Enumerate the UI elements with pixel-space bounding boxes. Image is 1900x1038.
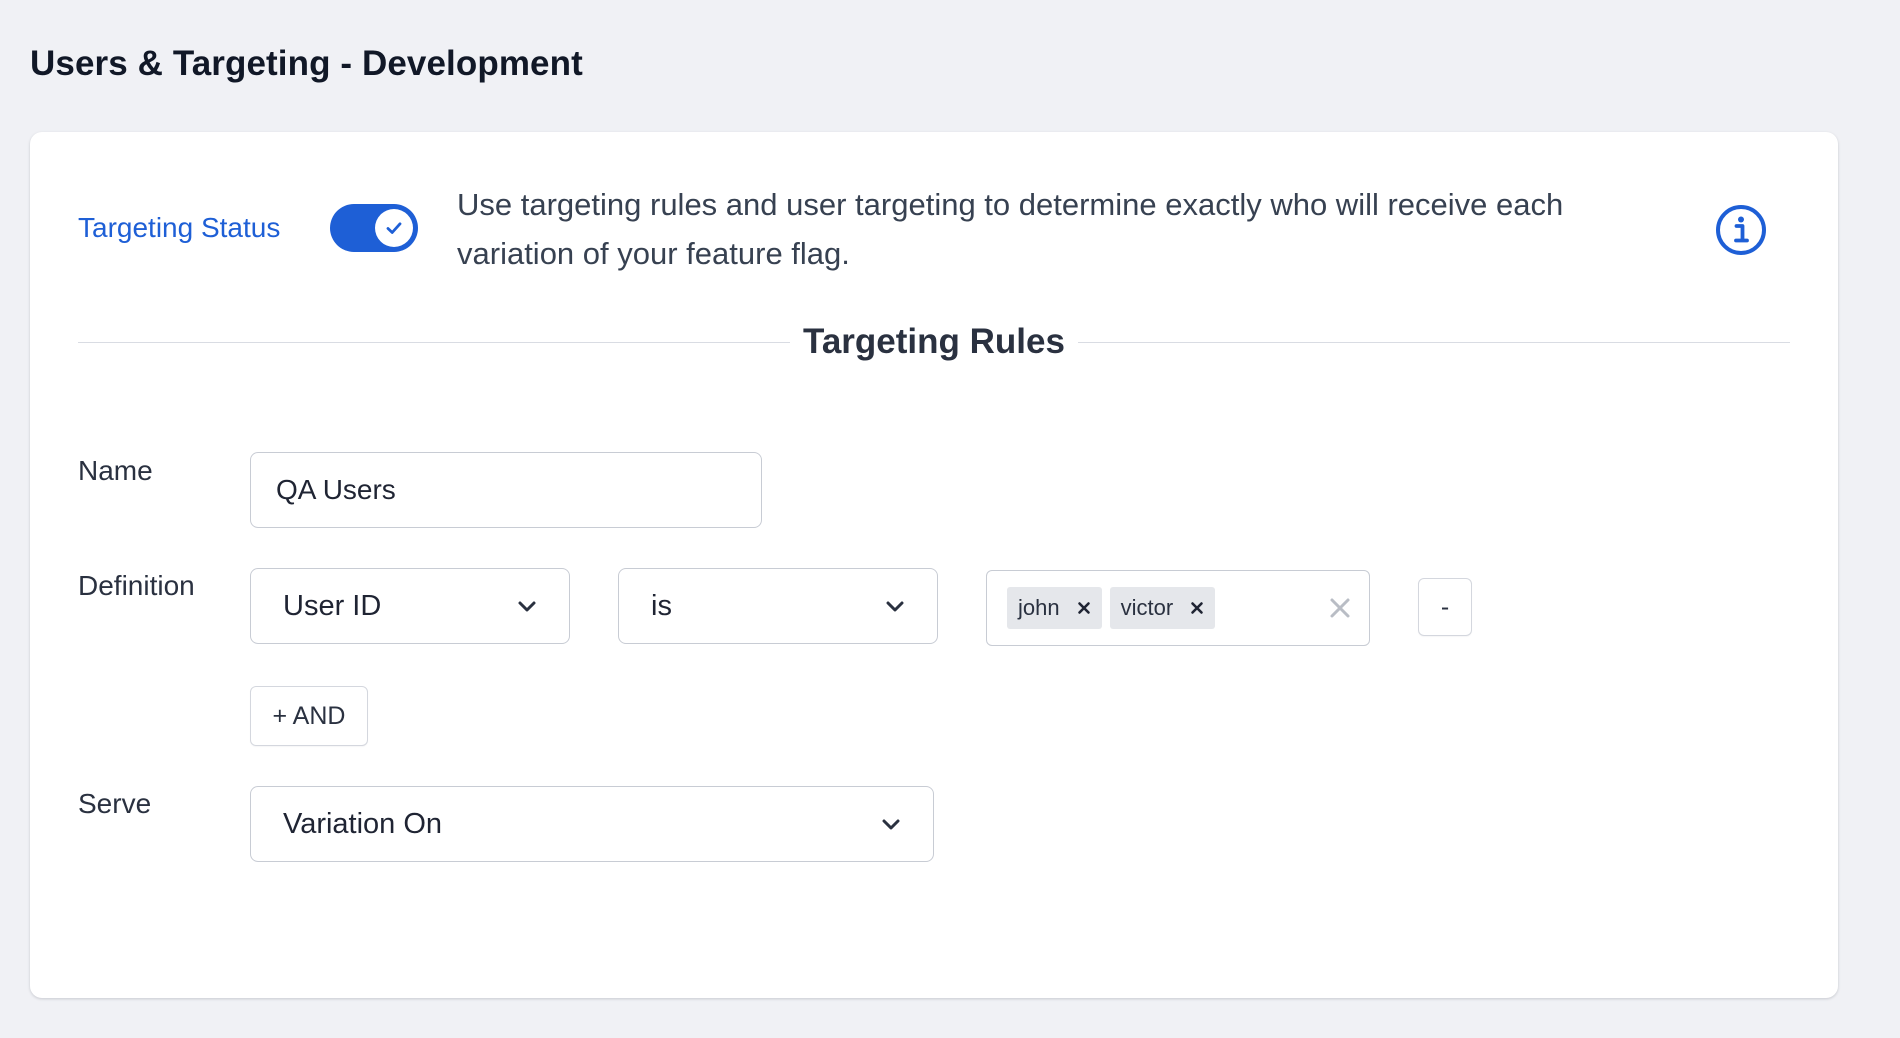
- info-circle-icon[interactable]: [1715, 204, 1767, 256]
- clear-all-x-icon[interactable]: [1327, 595, 1353, 621]
- remove-condition-button[interactable]: -: [1418, 578, 1472, 636]
- chevron-down-icon: [518, 601, 536, 612]
- value-tag-label: victor: [1120, 595, 1174, 620]
- divider-line: [1078, 342, 1790, 343]
- value-tag-label: john: [1018, 595, 1060, 620]
- serve-label: Serve: [78, 788, 152, 819]
- toggle-knob: [375, 209, 413, 247]
- definition-operator-value: is: [651, 589, 672, 622]
- targeting-status-toggle[interactable]: [330, 204, 418, 252]
- value-tag: victor: [1109, 587, 1216, 629]
- serve-variation-value: Variation On: [283, 807, 443, 840]
- rule-name-value: QA Users: [276, 474, 396, 505]
- tag-remove-x-icon[interactable]: [1187, 598, 1207, 618]
- value-tag: john: [1007, 587, 1102, 629]
- definition-label: Definition: [78, 570, 195, 601]
- targeting-status-label: Targeting Status: [78, 212, 281, 243]
- divider-line: [78, 342, 790, 343]
- serve-variation-select[interactable]: Variation On: [250, 786, 934, 862]
- definition-values-multiselect[interactable]: john victor: [986, 570, 1370, 646]
- definition-property-select[interactable]: User ID: [250, 568, 570, 644]
- name-label: Name: [78, 455, 153, 486]
- targeting-rules-divider: Targeting Rules: [78, 322, 1790, 362]
- definition-operator-select[interactable]: is: [618, 568, 938, 644]
- add-and-condition-button[interactable]: + AND: [250, 686, 368, 746]
- targeting-rules-title: Targeting Rules: [803, 322, 1065, 361]
- chevron-down-icon: [886, 601, 904, 612]
- chevron-down-icon: [882, 819, 900, 830]
- rule-name-input[interactable]: QA Users: [250, 452, 762, 528]
- definition-property-value: User ID: [283, 589, 382, 622]
- targeting-status-description: Use targeting rules and user targeting t…: [457, 187, 1564, 271]
- check-icon: [386, 222, 402, 234]
- page-title: Users & Targeting - Development: [30, 44, 583, 83]
- targeting-card: Targeting Status Use targeting rules and…: [30, 132, 1838, 998]
- tag-remove-x-icon[interactable]: [1074, 598, 1094, 618]
